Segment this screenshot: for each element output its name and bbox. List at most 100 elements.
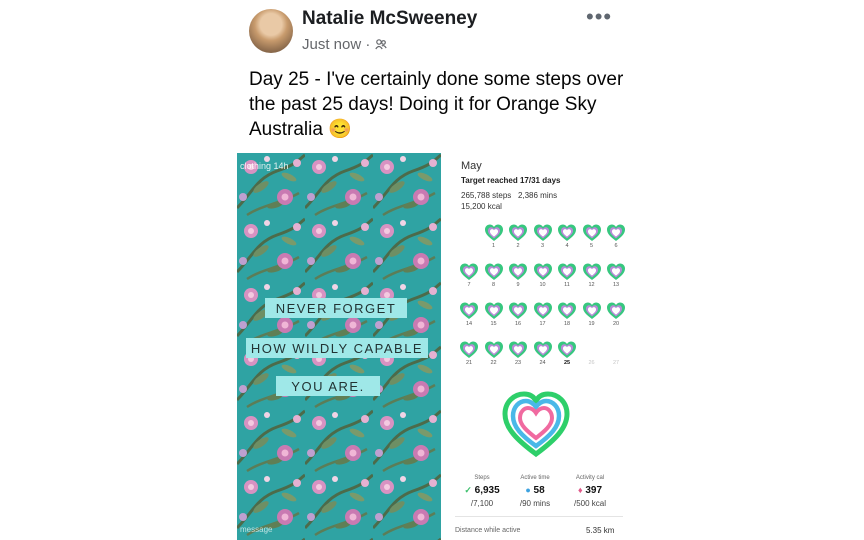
day-cell[interactable]: 25 [555,340,579,368]
day-cell[interactable]: 20 [604,301,628,329]
day-cell[interactable]: 3 [531,223,555,251]
target-summary: Target reached 17/31 days [461,176,561,185]
distance-value: 5.35 km [586,526,615,535]
activity-cal-label: Activity cal [575,475,605,481]
day-cell[interactable]: 19 [580,301,604,329]
active-time-goal: /90 mins [519,499,551,508]
steps-value-wrap: ✓ 6,935 [452,485,512,496]
activity-heart-icon [502,391,570,458]
monthly-totals: 265,788 steps 2,386 mins 15,200 kcal [461,190,557,212]
kcal-total: 15,200 kcal [461,202,502,211]
day-number: 17 [539,321,546,327]
day-cell[interactable]: 12 [580,262,604,290]
day-number: 6 [614,243,618,249]
day-cell[interactable]: 24 [531,340,555,368]
post-image[interactable]: clothing 14h NEVER FORGET HOW WILDLY CAP… [237,153,629,540]
day-number: 8 [491,282,496,288]
activity-cal-value-wrap: ♦ 397 [560,485,620,496]
day-cell[interactable]: 2 [506,223,530,251]
day-heart-icon [558,302,576,319]
day-number: 3 [540,243,545,249]
day-cell[interactable]: 9 [506,262,530,290]
day-heart-icon [558,263,576,280]
meta-separator: · [365,36,371,53]
day-cell[interactable]: 23 [506,340,530,368]
activity-cal-goal: /500 kcal [573,499,607,508]
flame-icon: ♦ [577,485,583,495]
more-options-button[interactable]: ••• [586,4,612,30]
day-number: 27 [612,360,620,366]
story-header-text: clothing 14h [240,161,289,171]
day-cell[interactable]: 6 [604,223,628,251]
day-heart-icon [558,224,576,241]
day-heart-icon [509,224,527,241]
day-cell[interactable]: 26 [580,340,604,368]
day-number: 20 [612,321,620,327]
steps-goal: /7,100 [470,499,494,508]
day-heart-icon [460,302,478,319]
day-heart-icon [484,224,503,241]
active-time-value-wrap: ● 58 [505,485,565,496]
quote-line-1: NEVER FORGET [265,298,407,318]
author-name[interactable]: Natalie McSweeney [302,8,477,30]
day-heart-icon [484,341,503,358]
day-number: 18 [563,321,571,327]
day-cell[interactable]: 10 [531,262,555,290]
day-cell[interactable]: 22 [482,340,506,368]
post-time[interactable]: Just now [302,36,361,53]
story-screenshot: clothing 14h NEVER FORGET HOW WILDLY CAP… [237,153,441,540]
day-heart-icon [607,263,625,280]
day-heart-icon [558,341,576,358]
day-heart-icon [533,341,552,358]
day-cell[interactable]: 7 [457,262,481,290]
day-heart-icon [509,341,527,358]
post-meta: Just now · [302,36,387,53]
day-heart-icon [533,263,552,280]
day-cell[interactable]: 5 [580,223,604,251]
day-cell[interactable]: 4 [555,223,579,251]
day-cell[interactable]: 14 [457,301,481,329]
shoe-icon: ✓ [464,485,472,495]
day-cell[interactable]: 8 [482,262,506,290]
mins-total: 2,386 mins [517,191,558,200]
day-number: 12 [588,282,595,288]
day-cell[interactable]: 27 [604,340,628,368]
active-time-label: Active time [520,475,550,481]
day-cell[interactable]: 21 [457,340,481,368]
day-number: 22 [490,360,497,366]
day-cell[interactable]: 13 [604,262,628,290]
story-message-hint: message [240,525,273,534]
day-number: 26 [588,360,595,366]
divider [455,516,623,517]
activity-summary: May Target reached 17/31 days 265,788 st… [443,153,629,540]
day-number: 19 [588,321,595,327]
clock-icon: ● [525,485,531,495]
day-heart-icon [582,263,601,280]
avatar[interactable] [249,9,293,53]
day-number: 9 [516,282,520,288]
quote-line-2: HOW WILDLY CAPABLE [246,338,428,358]
friends-icon [374,39,387,50]
day-number: 23 [514,360,522,366]
steps-total: 265,788 steps [461,191,512,200]
day-cell[interactable]: 18 [555,301,579,329]
day-number: 15 [490,321,497,327]
day-cell[interactable]: 11 [555,262,579,290]
day-number: 1 [491,243,496,249]
quote-line-3: YOU ARE. [276,376,380,396]
day-number: 4 [565,243,569,249]
day-number: 10 [539,282,546,288]
day-heart-icon [484,302,503,319]
day-heart-icon [484,263,503,280]
day-number: 11 [564,282,570,288]
day-heart-icon [460,263,478,280]
day-cell[interactable]: 17 [531,301,555,329]
day-heart-icon [533,302,552,319]
day-heart-icon [582,302,601,319]
day-number: 5 [589,243,594,249]
day-cell[interactable]: 15 [482,301,506,329]
day-number: 16 [514,321,522,327]
day-number: 14 [465,321,473,327]
day-cell[interactable]: 16 [506,301,530,329]
day-cell[interactable]: 1 [482,223,506,251]
